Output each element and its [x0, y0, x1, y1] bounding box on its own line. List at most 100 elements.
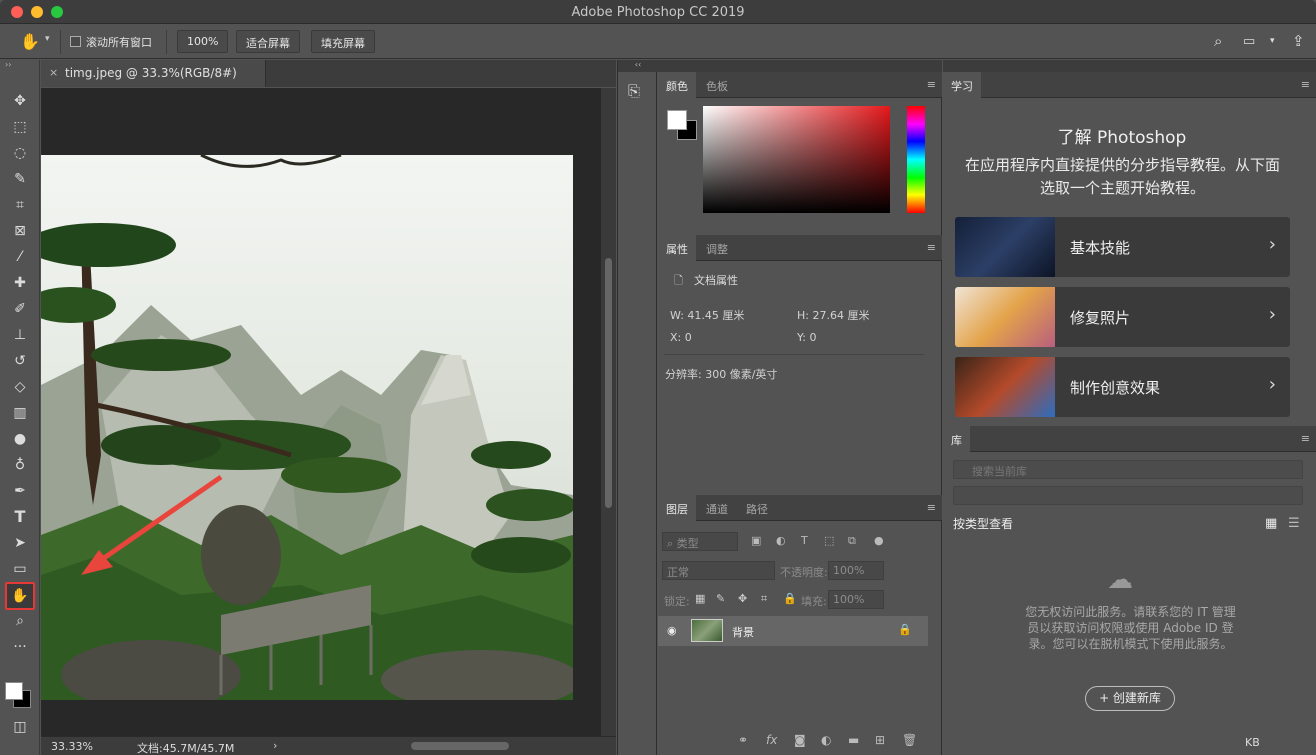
link-layers-icon[interactable]: ⚭ — [738, 733, 748, 747]
delete-layer-icon[interactable]: 🗑 — [902, 733, 917, 747]
quick-mask-icon[interactable]: ◫ — [8, 716, 32, 738]
tab-paths[interactable]: 路径 — [738, 495, 776, 521]
lock-artboard-icon[interactable]: ⌗ — [761, 592, 767, 606]
workspace-icon[interactable]: ▭ — [1243, 34, 1255, 49]
hue-slider[interactable] — [907, 106, 925, 213]
tab-swatches[interactable]: 色板 — [698, 72, 736, 98]
pen-tool-icon[interactable]: ✒ — [8, 480, 32, 502]
zoom-100-button[interactable]: 100% — [177, 30, 229, 53]
tab-learn[interactable]: 学习 — [943, 72, 981, 98]
clone-stamp-tool-icon[interactable]: ⊥ — [8, 324, 32, 346]
history-panel-icon[interactable]: ⎘ — [628, 82, 640, 100]
library-search-input[interactable]: 搜索当前库 — [953, 460, 1303, 479]
layer-row[interactable]: ◉ 背景 🔒 — [658, 616, 928, 646]
foreground-color-chip[interactable] — [667, 110, 687, 130]
list-view-icon[interactable]: ☰ — [1288, 516, 1300, 531]
color-spectrum-field[interactable] — [703, 106, 890, 213]
learn-card-fix-photos[interactable]: 修复照片 › — [955, 287, 1290, 347]
filter-toggle-icon[interactable]: ● — [874, 534, 884, 547]
sort-by-type[interactable]: 按类型查看 — [953, 515, 1013, 532]
crop-tool-icon[interactable]: ⌗ — [8, 194, 32, 216]
marquee-tool-icon[interactable]: ⬚ — [8, 116, 32, 138]
zoom-tool-icon[interactable]: ⌕ — [8, 610, 32, 632]
rectangle-tool-icon[interactable]: ▭ — [8, 558, 32, 580]
filter-adjustment-icon[interactable]: ◐ — [776, 534, 786, 547]
panel-menu-icon[interactable]: ≡ — [927, 501, 936, 514]
blend-mode-select[interactable]: 正常 — [662, 561, 775, 580]
panel-menu-icon[interactable]: ≡ — [1301, 432, 1310, 445]
zoom-level[interactable]: 33.33% — [51, 740, 93, 753]
chevron-down-icon[interactable]: ▾ — [1270, 36, 1275, 46]
foreground-color-swatch[interactable] — [5, 682, 23, 700]
learn-card-basic-skills[interactable]: 基本技能 › — [955, 217, 1290, 277]
eye-icon[interactable]: ◉ — [667, 624, 677, 637]
opacity-input[interactable]: 100% — [828, 561, 884, 580]
filter-pixel-icon[interactable]: ▣ — [751, 534, 761, 547]
panel-menu-icon[interactable]: ≡ — [1301, 78, 1310, 91]
lock-all-icon[interactable]: 🔒 — [783, 592, 797, 605]
frame-tool-icon[interactable]: ⊠ — [8, 220, 32, 242]
panel-menu-icon[interactable]: ≡ — [927, 241, 936, 254]
hand-tool-preset-icon[interactable]: ✋ — [20, 32, 40, 51]
height-value[interactable]: H: 27.64 厘米 — [797, 307, 869, 323]
vertical-scrollbar[interactable] — [601, 88, 616, 736]
lock-position-icon[interactable]: ✥ — [738, 592, 747, 605]
document-tab[interactable]: × timg.jpeg @ 33.3%(RGB/8#) — [41, 60, 266, 87]
x-value[interactable]: X: 0 — [670, 331, 692, 344]
new-layer-icon[interactable]: ⊞ — [875, 733, 885, 747]
tab-layers[interactable]: 图层 — [658, 495, 696, 521]
brush-tool-icon[interactable]: ✐ — [8, 298, 32, 320]
new-group-icon[interactable]: ▬ — [848, 733, 859, 747]
fill-input[interactable]: 100% — [828, 590, 884, 609]
lock-image-icon[interactable]: ✎ — [716, 592, 725, 605]
type-tool-icon[interactable]: T — [8, 506, 32, 528]
tab-adjustments[interactable]: 调整 — [698, 235, 736, 261]
lock-transparent-icon[interactable]: ▦ — [695, 592, 705, 605]
y-value[interactable]: Y: 0 — [797, 331, 816, 344]
tab-color[interactable]: 颜色 — [658, 72, 696, 98]
blur-tool-icon[interactable]: ● — [8, 428, 32, 450]
tab-properties[interactable]: 属性 — [658, 235, 696, 261]
chevron-down-icon[interactable]: ▾ — [45, 34, 50, 44]
collapse-icon[interactable]: ›› — [5, 60, 11, 69]
move-tool-icon[interactable]: ✥ — [8, 90, 32, 112]
lasso-tool-icon[interactable]: ◌ — [8, 142, 32, 164]
width-value[interactable]: W: 41.45 厘米 — [670, 307, 744, 323]
adjustment-layer-icon[interactable]: ◐ — [821, 733, 831, 747]
grid-view-icon[interactable]: ▦ — [1265, 516, 1277, 531]
filter-shape-icon[interactable]: ⬚ — [824, 534, 834, 547]
layer-name[interactable]: 背景 — [732, 624, 754, 640]
tab-libraries[interactable]: 库 — [943, 426, 970, 452]
history-brush-tool-icon[interactable]: ↺ — [8, 350, 32, 372]
dodge-tool-icon[interactable]: ♁ — [8, 454, 32, 476]
healing-brush-tool-icon[interactable]: ✚ — [8, 272, 32, 294]
create-library-button[interactable]: + 创建新库 — [1085, 686, 1175, 711]
close-icon[interactable]: × — [49, 66, 58, 79]
more-tools-icon[interactable]: ··· — [8, 636, 32, 658]
panel-menu-icon[interactable]: ≡ — [927, 78, 936, 91]
scroll-all-windows-checkbox[interactable] — [70, 36, 81, 47]
filter-type-icon[interactable]: T — [801, 534, 808, 547]
share-icon[interactable]: ⇪ — [1292, 32, 1305, 50]
search-icon[interactable]: ⌕ — [1214, 32, 1222, 50]
expand-icon[interactable]: ‹‹ — [618, 60, 658, 72]
path-select-tool-icon[interactable]: ➤ — [8, 532, 32, 554]
horizontal-scrollbar-thumb[interactable] — [411, 742, 509, 750]
learn-card-creative-effects[interactable]: 制作创意效果 › — [955, 357, 1290, 417]
fx-icon[interactable]: fx — [766, 733, 777, 747]
hand-tool-icon[interactable]: ✋ — [5, 582, 35, 610]
layer-kind-filter[interactable]: ⌕ 类型 — [662, 532, 738, 551]
eraser-tool-icon[interactable]: ◇ — [8, 376, 32, 398]
filter-smart-object-icon[interactable]: ⧉ — [848, 534, 856, 548]
tab-channels[interactable]: 通道 — [698, 495, 736, 521]
fit-screen-button[interactable]: 适合屏幕 — [236, 30, 300, 53]
quick-select-tool-icon[interactable]: ✎ — [8, 168, 32, 190]
eyedropper-tool-icon[interactable]: ⁄ — [8, 246, 32, 268]
fill-screen-button[interactable]: 填充屏幕 — [311, 30, 375, 53]
library-select[interactable] — [953, 486, 1303, 505]
scrollbar-thumb[interactable] — [605, 258, 612, 508]
add-mask-icon[interactable]: ◙ — [794, 733, 806, 747]
gradient-tool-icon[interactable]: ▥ — [8, 402, 32, 424]
document-image[interactable] — [41, 155, 573, 700]
status-menu-icon[interactable]: › — [273, 739, 277, 752]
